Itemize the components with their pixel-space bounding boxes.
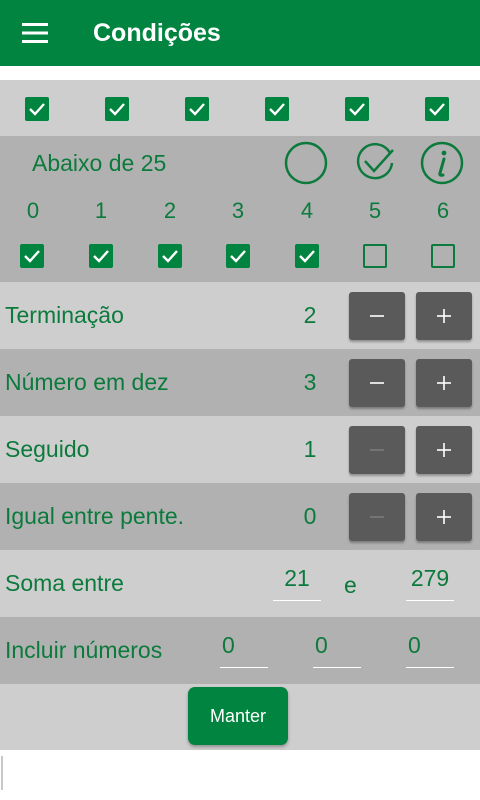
row-value: 0 [303,503,317,529]
keep-button[interactable]: Manter [188,687,288,745]
page-title: Condições [93,18,221,47]
digit-checkbox-3[interactable] [226,244,250,268]
digit-2: 2 [163,198,177,223]
row-label: Seguido [5,436,90,462]
increment-button[interactable] [416,493,472,541]
sum-to-field[interactable]: 279 [406,565,454,601]
hamburger-menu-icon[interactable] [0,0,70,66]
sum-label: Soma entre [5,570,124,596]
digit-checkbox-4[interactable] [295,244,319,268]
info-circle-icon[interactable] [420,141,464,185]
digit-0: 0 [26,198,40,223]
increment-button[interactable] [416,359,472,407]
text-cursor [1,756,3,790]
increment-button[interactable] [416,426,472,474]
digit-checkbox-5[interactable] [363,244,387,268]
include-label: Incluir números [5,637,163,663]
digit-checkbox-1[interactable] [89,244,113,268]
decrement-button[interactable] [349,493,405,541]
increment-button[interactable] [416,292,472,340]
stepper-row-consecutive: Seguido 1 [0,416,480,483]
include-field-3[interactable]: 0 [406,632,454,668]
top-checkbox-4[interactable] [265,97,289,121]
digit-5: 5 [368,198,382,223]
row-value: 3 [303,369,317,395]
empty-circle-icon[interactable] [284,141,328,185]
decrement-button[interactable] [349,426,405,474]
app-bar: Condições [0,0,480,66]
top-checkbox-6[interactable] [425,97,449,121]
include-field-2[interactable]: 0 [313,632,361,668]
sum-separator: e [344,572,357,598]
below-25-label: Abaixo de 25 [32,150,167,176]
digit-3: 3 [231,198,245,223]
stepper-row-number-in-ten: Número em dez 3 [0,349,480,416]
top-checkbox-5[interactable] [345,97,369,121]
digit-checkbox-0[interactable] [20,244,44,268]
divider [0,66,480,80]
row-label: Igual entre pente. [5,503,185,529]
top-checkbox-1[interactable] [25,97,49,121]
row-value: 1 [303,436,317,462]
digit-checkbox-6[interactable] [431,244,455,268]
top-checkbox-row [0,80,480,136]
row-label: Terminação [5,302,124,328]
stepper-row-termination: Terminação 2 [0,282,480,349]
decrement-button[interactable] [349,359,405,407]
stepper-row-equal-between: Igual entre pente. 0 [0,483,480,550]
digit-1: 1 [94,198,108,223]
top-checkbox-3[interactable] [185,97,209,121]
digit-checkbox-2[interactable] [158,244,182,268]
row-label: Número em dez [5,369,169,395]
sum-range-row: Soma entre 21 e 279 [0,550,480,617]
row-value: 2 [303,302,317,328]
top-checkbox-2[interactable] [105,97,129,121]
check-circle-icon[interactable] [354,141,398,185]
include-numbers-row: Incluir números 0 0 0 [0,617,480,684]
decrement-button[interactable] [349,292,405,340]
sum-from-field[interactable]: 21 [273,565,321,601]
include-field-1[interactable]: 0 [220,632,268,668]
digit-4: 4 [300,198,314,223]
below-25-section: Abaixo de 25 0 1 2 3 4 5 6 [0,136,480,282]
digit-6: 6 [436,198,450,223]
